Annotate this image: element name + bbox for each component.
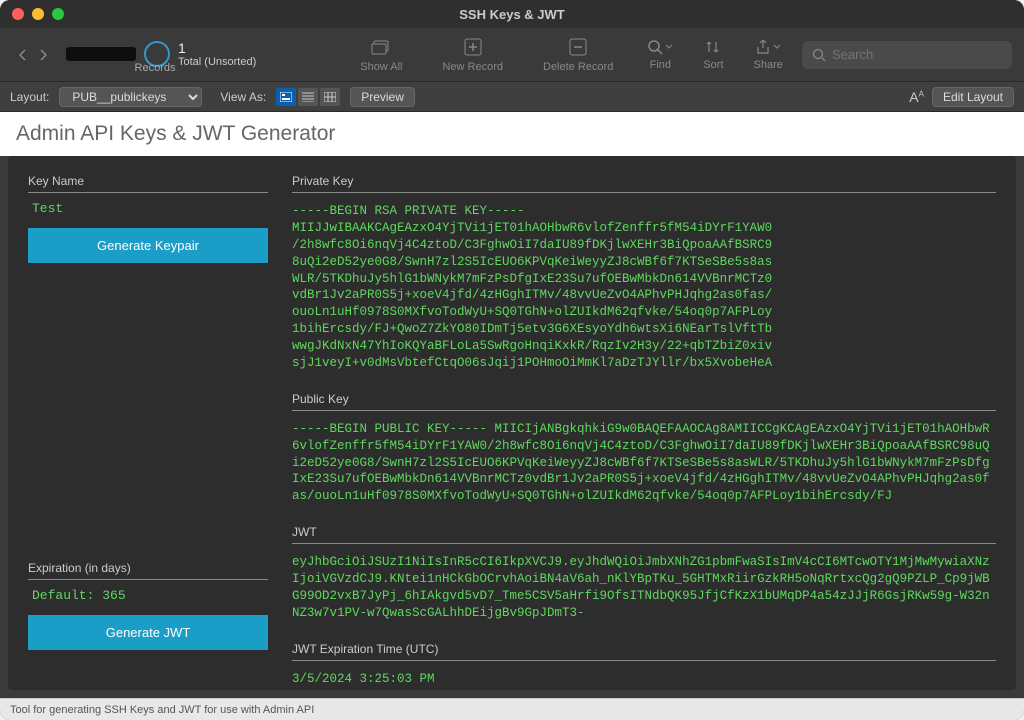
status-text: Tool for generating SSH Keys and JWT for… bbox=[10, 704, 314, 716]
share-label: Share bbox=[754, 59, 783, 71]
minus-square-icon bbox=[567, 37, 589, 57]
find-label: Find bbox=[650, 59, 671, 71]
left-column: Key Name Test Generate Keypair Expiratio… bbox=[28, 174, 268, 672]
minimize-window-button[interactable] bbox=[32, 8, 44, 20]
jwt-label: JWT bbox=[292, 525, 996, 544]
stack-icon bbox=[370, 37, 392, 57]
window-title: SSH Keys & JWT bbox=[459, 7, 564, 22]
plus-square-icon bbox=[462, 37, 484, 57]
status-bar: Tool for generating SSH Keys and JWT for… bbox=[0, 698, 1024, 720]
chevron-right-icon bbox=[39, 48, 49, 62]
toolbar: 1 Total (Unsorted) Records Show All New … bbox=[0, 28, 1024, 82]
preview-button[interactable]: Preview bbox=[350, 87, 415, 107]
titlebar: SSH Keys & JWT bbox=[0, 0, 1024, 28]
nav-arrows bbox=[12, 41, 54, 69]
share-button[interactable]: Share bbox=[754, 39, 783, 71]
show-all-button[interactable]: Show All bbox=[360, 37, 402, 73]
records-label: Records bbox=[90, 62, 220, 74]
layout-label: Layout: bbox=[10, 90, 49, 104]
public-key-label: Public Key bbox=[292, 392, 996, 411]
sort-button[interactable]: Sort bbox=[703, 39, 723, 71]
jwt-value[interactable]: eyJhbGciOiJSUzI1NiIsInR5cCI6IkpXVCJ9.eyJ… bbox=[292, 550, 996, 626]
new-record-label: New Record bbox=[442, 61, 503, 73]
magnifier-icon bbox=[647, 39, 663, 55]
search-input[interactable] bbox=[832, 47, 1002, 62]
app-window: SSH Keys & JWT 1 Total (Unsorted) Record… bbox=[0, 0, 1024, 720]
public-key-value[interactable]: -----BEGIN PUBLIC KEY----- MIICIjANBgkqh… bbox=[292, 417, 996, 509]
view-form-button[interactable] bbox=[276, 88, 296, 106]
chevron-down-icon bbox=[665, 43, 673, 51]
toolbar-center: Show All New Record Delete Record bbox=[360, 37, 613, 73]
show-all-label: Show All bbox=[360, 61, 402, 73]
search-box[interactable] bbox=[802, 41, 1012, 69]
share-icon bbox=[755, 39, 771, 55]
generate-keypair-button[interactable]: Generate Keypair bbox=[28, 228, 268, 263]
view-table-button[interactable] bbox=[320, 88, 340, 106]
chevron-down-icon bbox=[773, 43, 781, 51]
find-button[interactable]: Find bbox=[647, 39, 673, 71]
edit-layout-button[interactable]: Edit Layout bbox=[932, 87, 1014, 107]
layout-select[interactable]: PUB__publickeys bbox=[59, 87, 202, 107]
private-key-value[interactable]: -----BEGIN RSA PRIVATE KEY----- MIIJJwIB… bbox=[292, 199, 996, 376]
close-window-button[interactable] bbox=[12, 8, 24, 20]
layout-bar-right: AA Edit Layout bbox=[909, 87, 1014, 107]
view-list-button[interactable] bbox=[298, 88, 318, 106]
search-icon bbox=[812, 48, 826, 62]
generate-jwt-button[interactable]: Generate JWT bbox=[28, 615, 268, 650]
zoom-window-button[interactable] bbox=[52, 8, 64, 20]
jwt-expiration-label: JWT Expiration Time (UTC) bbox=[292, 642, 996, 661]
record-slider[interactable] bbox=[66, 47, 136, 61]
nav-forward-button[interactable] bbox=[34, 41, 54, 69]
page-header: Admin API Keys & JWT Generator bbox=[0, 112, 1024, 156]
sort-icon bbox=[705, 39, 721, 55]
new-record-button[interactable]: New Record bbox=[442, 37, 503, 73]
page-title: Admin API Keys & JWT Generator bbox=[16, 122, 1008, 146]
traffic-lights bbox=[0, 8, 64, 20]
key-name-label: Key Name bbox=[28, 174, 268, 193]
jwt-expiration-value: 3/5/2024 3:25:03 PM bbox=[292, 667, 996, 690]
key-name-field[interactable]: Test bbox=[28, 199, 268, 228]
delete-record-button[interactable]: Delete Record bbox=[543, 37, 613, 73]
nav-back-button[interactable] bbox=[12, 41, 32, 69]
delete-record-label: Delete Record bbox=[543, 61, 613, 73]
record-count: 1 bbox=[178, 40, 256, 57]
text-format-button[interactable]: AA bbox=[909, 89, 924, 105]
content-area: Key Name Test Generate Keypair Expiratio… bbox=[8, 156, 1016, 690]
view-mode-group bbox=[276, 88, 340, 106]
toolbar-right: Find Sort Share bbox=[647, 39, 783, 71]
expiration-label: Expiration (in days) bbox=[28, 561, 268, 580]
chevron-left-icon bbox=[17, 48, 27, 62]
private-key-label: Private Key bbox=[292, 174, 996, 193]
expiration-field[interactable]: Default: 365 bbox=[28, 586, 268, 615]
view-as-label: View As: bbox=[220, 90, 266, 104]
sort-label: Sort bbox=[703, 59, 723, 71]
layout-bar: Layout: PUB__publickeys View As: Preview… bbox=[0, 82, 1024, 112]
right-column: Private Key -----BEGIN RSA PRIVATE KEY--… bbox=[292, 174, 996, 672]
